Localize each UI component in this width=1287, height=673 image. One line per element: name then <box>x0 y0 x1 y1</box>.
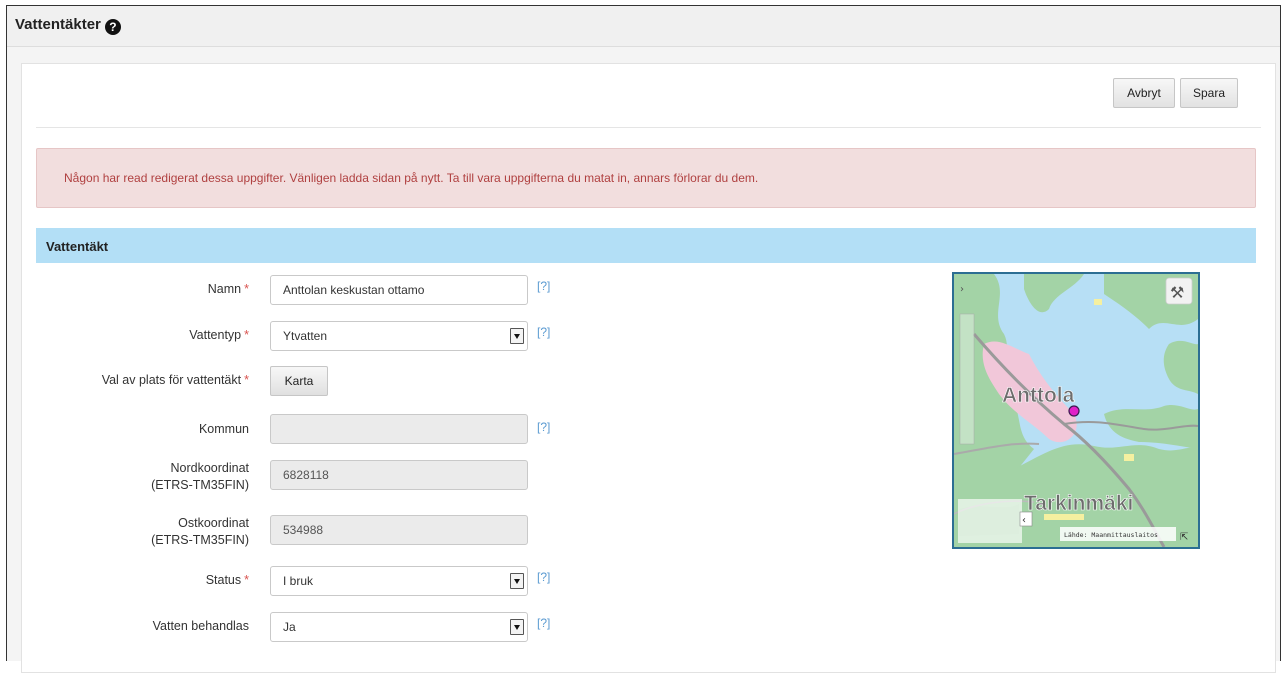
map-place-label-anttola: Anttola <box>1002 384 1075 407</box>
alert-message: Någon har read redigerat dessa uppgifter… <box>64 171 759 185</box>
north-coordinate-input: 6828118 <box>270 460 528 490</box>
chevron-down-icon[interactable] <box>510 328 524 344</box>
east-label: Ostkoordinat (ETRS-TM35FIN) <box>151 516 249 547</box>
chevron-down-icon[interactable] <box>510 573 524 589</box>
location-map[interactable]: › Anttola Tarkinmäki ‹ Lähde: Maanmittau… <box>952 272 1200 549</box>
help-link-name[interactable]: [?] <box>537 279 550 293</box>
water-type-select[interactable]: Ytvatten <box>270 321 528 351</box>
concurrent-edit-alert: Någon har read redigerat dessa uppgifter… <box>36 148 1256 208</box>
help-link-municipality[interactable]: [?] <box>537 420 550 434</box>
name-label: Namn * <box>207 282 249 296</box>
location-marker <box>1068 405 1080 417</box>
treated-select[interactable]: Ja <box>270 612 528 642</box>
question-circle-icon[interactable]: ? <box>104 19 121 35</box>
status-select[interactable]: I bruk <box>270 566 528 596</box>
map-canvas: › Anttola Tarkinmäki ‹ Lähde: Maanmittau… <box>954 274 1198 547</box>
toolbar-divider <box>36 127 1261 128</box>
location-label: Val av plats för vattentäkt * <box>101 373 249 387</box>
form-panel: Avbryt Spara Någon har read redigerat de… <box>21 63 1276 673</box>
status-label: Status * <box>205 573 249 587</box>
map-place-label-tarkinmaki: Tarkinmäki <box>1024 492 1133 515</box>
map-button[interactable]: Karta <box>270 366 328 396</box>
section-header: Vattentäkt <box>36 228 1256 263</box>
expand-arrow-icon[interactable]: ⇱ <box>1180 532 1188 543</box>
help-link-treated[interactable]: [?] <box>537 616 550 630</box>
help-link-status[interactable]: [?] <box>537 570 550 584</box>
page-title: Vattentäkter? <box>15 16 121 35</box>
svg-text:›: › <box>960 284 964 295</box>
svg-text:‹: ‹ <box>1022 515 1026 526</box>
section-title: Vattentäkt <box>46 239 109 254</box>
municipality-label: Kommun <box>198 422 249 436</box>
page-title-text: Vattentäkter <box>15 16 101 33</box>
page-header: Vattentäkter? <box>7 6 1280 47</box>
cancel-button[interactable]: Avbryt <box>1113 78 1175 108</box>
east-coordinate-input: 534988 <box>270 515 528 545</box>
treated-label: Vatten behandlas <box>152 619 249 633</box>
water-type-label: Vattentyp * <box>189 328 249 342</box>
tools-icon[interactable]: ⚒ <box>1170 283 1184 302</box>
north-label: Nordkoordinat (ETRS-TM35FIN) <box>151 461 249 492</box>
municipality-input <box>270 414 528 444</box>
app-frame: Vattentäkter? Avbryt Spara Någon har rea… <box>6 5 1281 673</box>
name-input[interactable]: Anttolan keskustan ottamo <box>270 275 528 305</box>
map-attribution: Lähde: Maanmittauslaitos <box>1064 531 1158 539</box>
save-button[interactable]: Spara <box>1180 78 1238 108</box>
chevron-down-icon[interactable] <box>510 619 524 635</box>
help-link-water-type[interactable]: [?] <box>537 325 550 339</box>
